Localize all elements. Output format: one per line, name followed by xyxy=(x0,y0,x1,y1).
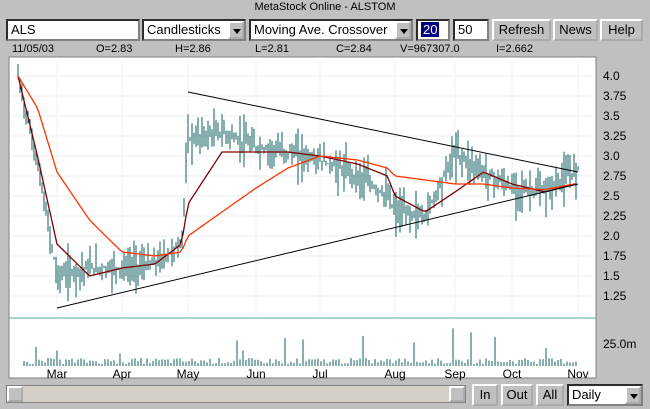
y-tick-label: 4.0 xyxy=(603,69,620,83)
y-tick-label: 1.25 xyxy=(603,289,627,303)
y-tick-label: 1.75 xyxy=(603,249,627,263)
price-chart[interactable]: 4.0 3.75 3.5 3.25 3.0 2.75 2.5 2.25 2.0 1.75 1.5 1.… xyxy=(0,0,650,382)
show-all-button[interactable]: All xyxy=(536,384,564,406)
y-tick-label: 3.75 xyxy=(603,89,627,103)
x-tick-label: Mar xyxy=(47,367,68,381)
horizontal-scrollbar[interactable] xyxy=(6,385,466,403)
x-tick-label: Aug xyxy=(384,367,405,381)
x-tick-label: Sep xyxy=(444,367,466,381)
y-tick-label: 2.75 xyxy=(603,169,627,183)
x-tick-label: Apr xyxy=(113,367,132,381)
volume-tick-label: 25.0m xyxy=(603,337,636,351)
bottom-bar: In Out All Daily xyxy=(0,382,650,408)
zoom-in-button[interactable]: In xyxy=(472,384,498,406)
zoom-out-button[interactable]: Out xyxy=(501,384,533,406)
x-tick-label: Jul xyxy=(312,367,327,381)
x-tick-label: Jun xyxy=(246,367,265,381)
x-tick-label: Oct xyxy=(503,367,522,381)
x-tick-label: Nov xyxy=(567,367,588,381)
y-tick-label: 2.5 xyxy=(603,189,620,203)
y-tick-label: 2.25 xyxy=(603,209,627,223)
y-tick-label: 1.5 xyxy=(603,269,620,283)
y-tick-label: 3.25 xyxy=(603,129,627,143)
x-axis-labels: Mar Apr May Jun Jul Aug Sep Oct Nov xyxy=(47,367,589,381)
scroll-left-icon[interactable] xyxy=(7,386,23,402)
chart-background xyxy=(8,56,597,379)
chevron-down-icon[interactable] xyxy=(625,386,641,404)
interval-value: Daily xyxy=(572,387,601,402)
scroll-right-icon[interactable] xyxy=(449,386,465,402)
y-tick-label: 3.0 xyxy=(603,149,620,163)
metastock-window: MetaStock Online - ALSTOM ALS Candlestic… xyxy=(0,0,650,409)
y-tick-label: 3.5 xyxy=(603,109,620,123)
interval-select[interactable]: Daily xyxy=(567,384,643,406)
x-tick-label: May xyxy=(177,367,200,381)
y-tick-label: 2.0 xyxy=(603,229,620,243)
y-axis-labels: 4.0 3.75 3.5 3.25 3.0 2.75 2.5 2.25 2.0 1.75 1.5 1.… xyxy=(603,69,627,303)
